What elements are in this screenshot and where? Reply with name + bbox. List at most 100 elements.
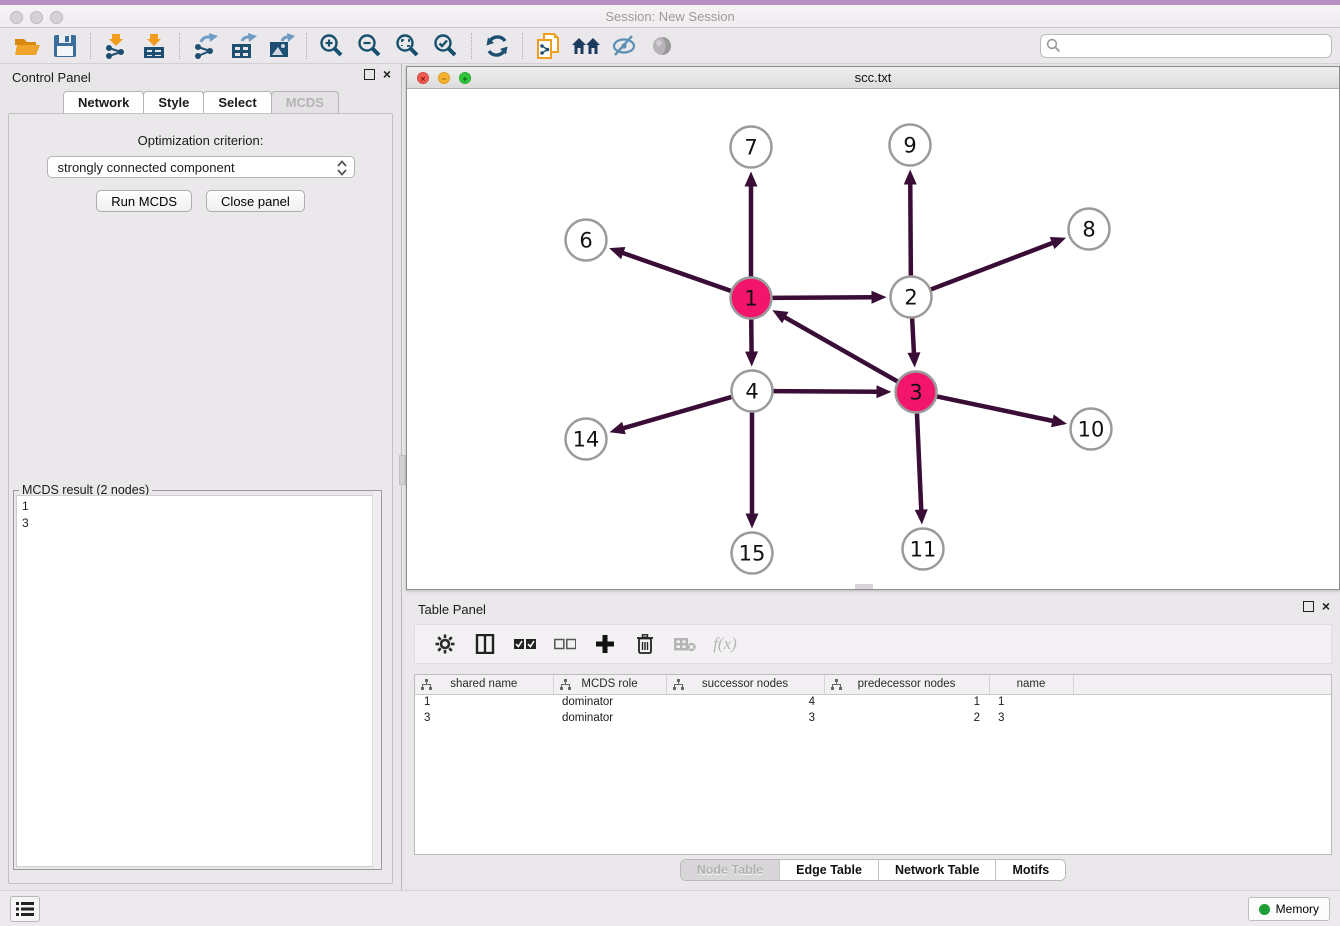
optimization-criterion-label: Optimization criterion: — [9, 133, 392, 148]
zoom-out-button[interactable] — [351, 31, 389, 61]
tab-network[interactable]: Network — [63, 91, 144, 113]
graph-node-6[interactable]: 6 — [566, 220, 607, 261]
network-canvas[interactable]: 7 9 6 8 1 2 4 3 14 10 15 11 — [407, 89, 1339, 589]
table-cell[interactable]: dominator — [553, 710, 666, 726]
graph-node-3[interactable]: 3 — [896, 372, 937, 413]
first-neighbors-button[interactable] — [567, 31, 605, 61]
table-cell[interactable]: 1 — [824, 694, 989, 710]
apply-function-button[interactable]: f(x) — [713, 632, 737, 656]
close-panel-icon[interactable]: × — [1322, 601, 1330, 612]
close-panel-icon[interactable]: × — [383, 69, 391, 80]
graph-node-14[interactable]: 14 — [566, 419, 607, 460]
graph-node-15[interactable]: 15 — [732, 533, 773, 574]
tab-edge-table[interactable]: Edge Table — [780, 860, 879, 880]
open-session-button[interactable] — [8, 31, 46, 61]
float-panel-icon[interactable] — [364, 69, 375, 80]
select-all-columns-button[interactable] — [513, 632, 537, 656]
delete-table-button[interactable] — [673, 632, 697, 656]
status-bar: Memory — [0, 890, 1340, 926]
tab-node-table[interactable]: Node Table — [681, 860, 780, 880]
edge-1-6[interactable] — [621, 252, 732, 291]
run-mcds-button[interactable]: Run MCDS — [96, 190, 192, 212]
export-network-button[interactable] — [186, 31, 224, 61]
table-cell[interactable]: 3 — [415, 710, 553, 726]
mcds-result-group: MCDS result (2 nodes) 1 3 — [13, 490, 382, 870]
edge-3-1[interactable] — [784, 317, 899, 383]
tab-motifs[interactable]: Motifs — [996, 860, 1065, 880]
tab-network-table[interactable]: Network Table — [879, 860, 997, 880]
edge-2-9[interactable] — [910, 182, 911, 277]
svg-text:9: 9 — [903, 134, 916, 158]
graph-node-9[interactable]: 9 — [890, 125, 931, 166]
add-column-button[interactable] — [593, 632, 617, 656]
export-image-button[interactable] — [262, 31, 300, 61]
svg-text:4: 4 — [745, 380, 758, 404]
edge-1-2[interactable] — [770, 297, 873, 298]
table-cell[interactable]: 2 — [824, 710, 989, 726]
save-session-button[interactable] — [46, 31, 84, 61]
tab-mcds[interactable]: MCDS — [271, 91, 339, 113]
zoom-fit-button[interactable] — [389, 31, 427, 61]
panel-splitter-handle[interactable] — [399, 455, 406, 485]
edge-3-10[interactable] — [935, 396, 1054, 421]
graph-node-7[interactable]: 7 — [731, 127, 772, 168]
table-row[interactable]: 1dominator411 — [415, 694, 1332, 710]
edge-2-8[interactable] — [929, 242, 1054, 290]
hide-selected-button[interactable] — [605, 31, 643, 61]
delete-column-button[interactable] — [633, 632, 657, 656]
export-table-icon — [230, 33, 257, 59]
task-history-button[interactable] — [10, 896, 40, 922]
memory-button[interactable]: Memory — [1248, 897, 1330, 921]
graph-node-2[interactable]: 2 — [891, 277, 932, 318]
graph-node-1[interactable]: 1 — [731, 278, 772, 319]
close-panel-button[interactable]: Close panel — [206, 190, 305, 212]
show-all-button[interactable] — [643, 31, 681, 61]
graph-node-8[interactable]: 8 — [1069, 209, 1110, 250]
plus-icon — [596, 635, 614, 653]
svg-text:10: 10 — [1078, 418, 1105, 442]
houses-icon — [571, 34, 601, 58]
table-cell[interactable]: dominator — [553, 694, 666, 710]
search-input[interactable] — [1040, 34, 1332, 58]
deselect-all-columns-button[interactable] — [553, 632, 577, 656]
svg-text:8: 8 — [1082, 218, 1095, 242]
export-image-icon — [268, 33, 295, 59]
table-cell[interactable]: 1 — [415, 694, 553, 710]
table-row[interactable]: 3dominator323 — [415, 710, 1332, 726]
zoom-in-button[interactable] — [313, 31, 351, 61]
zoom-selected-button[interactable] — [427, 31, 465, 61]
column-header-predecessor-nodes[interactable]: predecessor nodes — [824, 675, 989, 694]
table-settings-button[interactable] — [433, 632, 457, 656]
edge-4-3[interactable] — [771, 391, 878, 392]
show-columns-button[interactable] — [473, 632, 497, 656]
mcds-result-textarea[interactable]: 1 3 — [16, 495, 379, 867]
graph-node-11[interactable]: 11 — [903, 529, 944, 570]
table-cell[interactable]: 3 — [989, 710, 1073, 726]
edge-3-11[interactable] — [917, 411, 921, 511]
table-cell[interactable]: 1 — [989, 694, 1073, 710]
column-header-MCDS-role[interactable]: MCDS role — [553, 675, 666, 694]
export-table-button[interactable] — [224, 31, 262, 61]
table-cell[interactable]: 4 — [666, 694, 824, 710]
tab-select[interactable]: Select — [203, 91, 271, 113]
float-panel-icon[interactable] — [1303, 601, 1314, 612]
import-network-icon — [103, 33, 129, 59]
graph-node-10[interactable]: 10 — [1071, 409, 1112, 450]
network-graph[interactable]: 7 9 6 8 1 2 4 3 14 10 15 11 — [407, 89, 1339, 589]
column-header-name[interactable]: name — [989, 675, 1073, 694]
edge-4-14[interactable] — [622, 396, 733, 428]
import-network-button[interactable] — [97, 31, 135, 61]
tab-style[interactable]: Style — [143, 91, 204, 113]
canvas-splitter-handle[interactable] — [855, 584, 873, 589]
column-header-successor-nodes[interactable]: successor nodes — [666, 675, 824, 694]
edge-2-3[interactable] — [912, 316, 914, 354]
network-window-titlebar[interactable]: × − + scc.txt — [407, 67, 1339, 89]
column-header-shared-name[interactable]: shared name — [415, 675, 553, 694]
import-table-button[interactable] — [135, 31, 173, 61]
apply-layout-button[interactable] — [478, 31, 516, 61]
result-scrollbar-track[interactable] — [372, 491, 381, 869]
criterion-dropdown[interactable]: strongly connected component — [47, 156, 355, 178]
graph-node-4[interactable]: 4 — [732, 371, 773, 412]
new-network-from-selection-button[interactable] — [529, 31, 567, 61]
table-cell[interactable]: 3 — [666, 710, 824, 726]
